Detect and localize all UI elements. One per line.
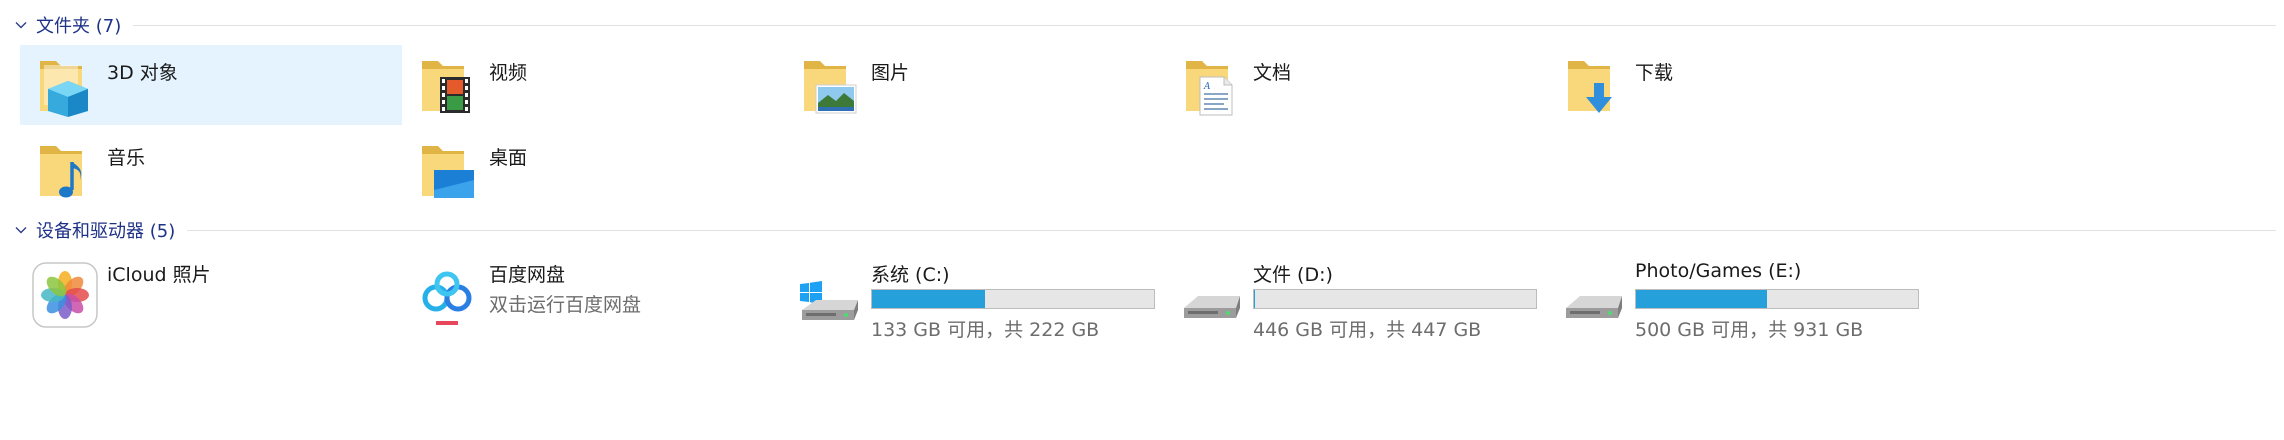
folder-music[interactable]: 音乐 bbox=[20, 130, 402, 210]
folder-desktop[interactable]: 桌面 bbox=[402, 130, 784, 210]
hard-drive-icon bbox=[1558, 260, 1628, 330]
chevron-down-icon[interactable] bbox=[10, 14, 32, 36]
group-divider bbox=[187, 229, 2276, 231]
devices-group-title: 设备和驱动器 (5) bbox=[36, 221, 176, 242]
device-baidu-netdisk[interactable]: 百度网盘 双击运行百度网盘 bbox=[402, 250, 784, 334]
music-folder-icon bbox=[34, 140, 96, 202]
folder-pictures[interactable]: 图片 bbox=[784, 45, 1166, 125]
folder-label: 图片 bbox=[871, 62, 910, 84]
drive-free-space: 446 GB 可用，共 447 GB bbox=[1253, 319, 1482, 341]
folder-downloads[interactable]: 下载 bbox=[1548, 45, 1930, 125]
folder-label: 文档 bbox=[1253, 62, 1292, 84]
drive-usage-bar bbox=[1253, 289, 1537, 309]
devices-group-header[interactable]: 设备和驱动器 (5) bbox=[10, 215, 2276, 245]
baidu-netdisk-icon bbox=[412, 260, 482, 330]
drive-name: 文件 (D:) bbox=[1253, 264, 1333, 286]
folder-videos[interactable]: 视频 bbox=[402, 45, 784, 125]
device-name: 百度网盘 bbox=[489, 264, 566, 286]
drive-free-space: 133 GB 可用，共 222 GB bbox=[871, 319, 1100, 341]
drive-free-space: 500 GB 可用，共 931 GB bbox=[1635, 319, 1864, 341]
drive-usage-fill bbox=[1254, 290, 1255, 308]
pictures-folder-icon bbox=[798, 55, 860, 117]
folder-label: 桌面 bbox=[489, 147, 528, 169]
documents-folder-icon: A bbox=[1180, 55, 1242, 117]
drive-name: Photo/Games (E:) bbox=[1635, 260, 1802, 282]
chevron-down-icon[interactable] bbox=[10, 219, 32, 241]
drive-d[interactable]: 文件 (D:) 446 GB 可用，共 447 GB bbox=[1166, 250, 1548, 341]
downloads-folder-icon bbox=[1562, 55, 1624, 117]
device-icloud-photos[interactable]: iCloud 照片 bbox=[20, 250, 402, 334]
drive-e[interactable]: Photo/Games (E:) 500 GB 可用，共 931 GB bbox=[1548, 250, 1930, 341]
folders-group-header[interactable]: 文件夹 (7) bbox=[10, 10, 2276, 40]
folder-3d-objects[interactable]: 3D 对象 bbox=[20, 45, 402, 125]
device-name: iCloud 照片 bbox=[107, 264, 211, 286]
windows-drive-icon bbox=[794, 260, 864, 330]
drive-name: 系统 (C:) bbox=[871, 264, 950, 286]
drive-usage-fill bbox=[1636, 290, 1767, 308]
3d-objects-folder-icon bbox=[34, 55, 96, 117]
videos-folder-icon bbox=[416, 55, 478, 117]
folder-label: 3D 对象 bbox=[107, 62, 178, 84]
device-subtitle: 双击运行百度网盘 bbox=[489, 294, 642, 316]
folders-group-title: 文件夹 (7) bbox=[36, 16, 122, 37]
icloud-photos-icon bbox=[30, 260, 100, 330]
folder-documents[interactable]: A 文档 bbox=[1166, 45, 1548, 125]
svg-text:A: A bbox=[1203, 82, 1211, 92]
folder-label: 下载 bbox=[1635, 62, 1674, 84]
group-divider bbox=[133, 24, 2276, 26]
drive-usage-bar bbox=[871, 289, 1155, 309]
drive-usage-bar bbox=[1635, 289, 1919, 309]
folder-label: 视频 bbox=[489, 62, 528, 84]
desktop-folder-icon bbox=[416, 140, 478, 202]
drive-usage-fill bbox=[872, 290, 986, 308]
drive-c[interactable]: 系统 (C:) 133 GB 可用，共 222 GB bbox=[784, 250, 1166, 341]
hard-drive-icon bbox=[1176, 260, 1246, 330]
folder-label: 音乐 bbox=[107, 147, 146, 169]
